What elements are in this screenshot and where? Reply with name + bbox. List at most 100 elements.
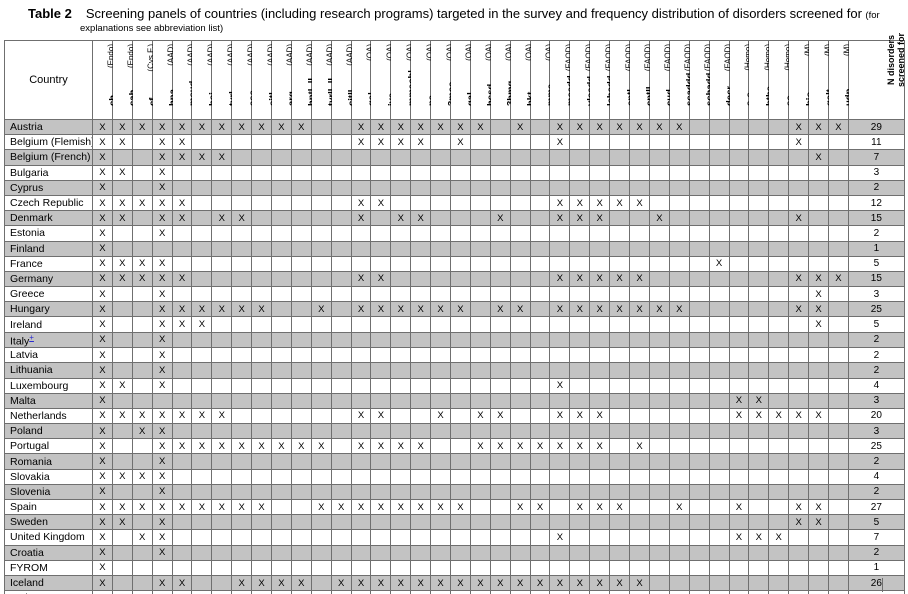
cell-hpa: X (151, 574, 173, 592)
cell-ch: X (92, 377, 113, 394)
cell-citII (330, 392, 352, 409)
cell-hptI_II (290, 544, 312, 561)
cell-citII (330, 331, 352, 349)
cell-3mcc: X (430, 498, 452, 516)
cell-sc (768, 347, 790, 364)
cell-udp (827, 559, 849, 576)
screening-panels-table: Country ch(Endo)cah(Endo)cf(Cys F.)hpa(A… (4, 33, 906, 594)
cell-tyrI (211, 574, 233, 592)
cell-3mcc: X (430, 301, 452, 318)
cell-mmacbl: X (390, 574, 412, 592)
cell-cud (648, 377, 670, 394)
cell-pa (410, 423, 432, 440)
cell-pa (410, 164, 432, 181)
cell-hpa: X (151, 164, 173, 181)
cell-citII (330, 590, 352, 594)
cell-arg (271, 210, 292, 227)
cell-scaddd (668, 392, 690, 409)
cell-btha (748, 164, 770, 181)
cell-cah: X (111, 164, 133, 181)
cell-msud (171, 423, 193, 440)
cell-3hmg (489, 331, 511, 349)
cell-hcsd (469, 468, 491, 485)
cell-hcsd (469, 423, 491, 440)
cell-mcadd (549, 149, 571, 166)
cell-gaI (450, 225, 471, 242)
cell-mcadd (549, 468, 571, 485)
cell-cah (111, 559, 133, 576)
cell-iva (370, 392, 392, 409)
cell-arg (271, 362, 292, 379)
cell-gal (350, 362, 372, 379)
cell-cud (648, 544, 670, 561)
cell-hci (191, 559, 213, 576)
cell-galt: X (808, 118, 829, 136)
cell-hcsd (469, 316, 491, 333)
cell-gal (350, 392, 372, 409)
cell-gal (350, 590, 372, 594)
cell-arg (271, 134, 292, 151)
cell-citII (330, 194, 352, 212)
cell-cf (131, 438, 153, 455)
cell-vlcadd (569, 453, 591, 470)
cell-sc (768, 498, 790, 516)
cell-tyrII_II (310, 529, 332, 546)
cell-vlcadd (569, 255, 591, 272)
n-disorders-value: 12 (847, 194, 905, 212)
cell-mma (529, 331, 551, 349)
cell-tyrI (211, 134, 233, 151)
cell-gal: X (350, 270, 372, 288)
column-header-citII: citII(AAD) (330, 40, 358, 120)
cell-tyrII_II (310, 559, 332, 576)
cell-tyrI (211, 164, 233, 181)
cell-gal (350, 240, 372, 257)
cell-gaI (450, 407, 471, 425)
cell-hptI_II (290, 498, 312, 516)
cell-iva (370, 590, 392, 594)
cell-bkt: X (509, 301, 531, 318)
cell-hptI_II (290, 468, 312, 485)
cell-msud (171, 255, 193, 272)
cell-cud (648, 423, 670, 440)
cell-gal (350, 423, 372, 440)
cell-mmacbl (390, 149, 412, 166)
n-disorders-value: 25 (847, 438, 905, 455)
cell-3hmg (489, 194, 511, 212)
cell-hpa: X (151, 255, 173, 272)
cell-s-s: X (728, 498, 750, 516)
cell-cptI: X (609, 270, 631, 288)
cell-s-s (728, 210, 750, 227)
cell-hci (191, 574, 213, 592)
cell-cah (111, 179, 133, 196)
cell-asa (231, 559, 253, 576)
cell-3hmg (489, 149, 511, 166)
cell-vlcadd (569, 225, 591, 242)
cell-ch: X (92, 347, 113, 364)
cell-hcsd (469, 362, 491, 379)
cell-scaddd (668, 347, 690, 364)
cell-tyrI (211, 286, 233, 303)
n-disorders-value: 2 (847, 347, 905, 364)
cell-pa (410, 194, 432, 212)
cell-citI (251, 240, 273, 257)
cell-lchadd: X (589, 194, 611, 212)
cell-decr (708, 225, 730, 242)
cell-vlcadd (569, 347, 591, 364)
cell-bkt (509, 514, 531, 531)
country-name: Croatia (4, 544, 93, 561)
cell-pa (410, 468, 432, 485)
cell-tyrII_II (310, 468, 332, 485)
cell-gal (350, 179, 372, 196)
cell-vlcadd (569, 149, 591, 166)
cell-lchadd (589, 453, 611, 470)
cell-mmacbl (390, 255, 412, 272)
cell-sc (768, 286, 790, 303)
cell-cah: X (111, 270, 133, 288)
country-name: Spain (4, 498, 93, 516)
cell-3hmg (489, 255, 511, 272)
cell-hci (191, 164, 213, 181)
cell-hcsd: X (469, 438, 491, 455)
cell-bkt (509, 347, 531, 364)
cell-decr (708, 210, 730, 227)
cell-msud (171, 468, 193, 485)
